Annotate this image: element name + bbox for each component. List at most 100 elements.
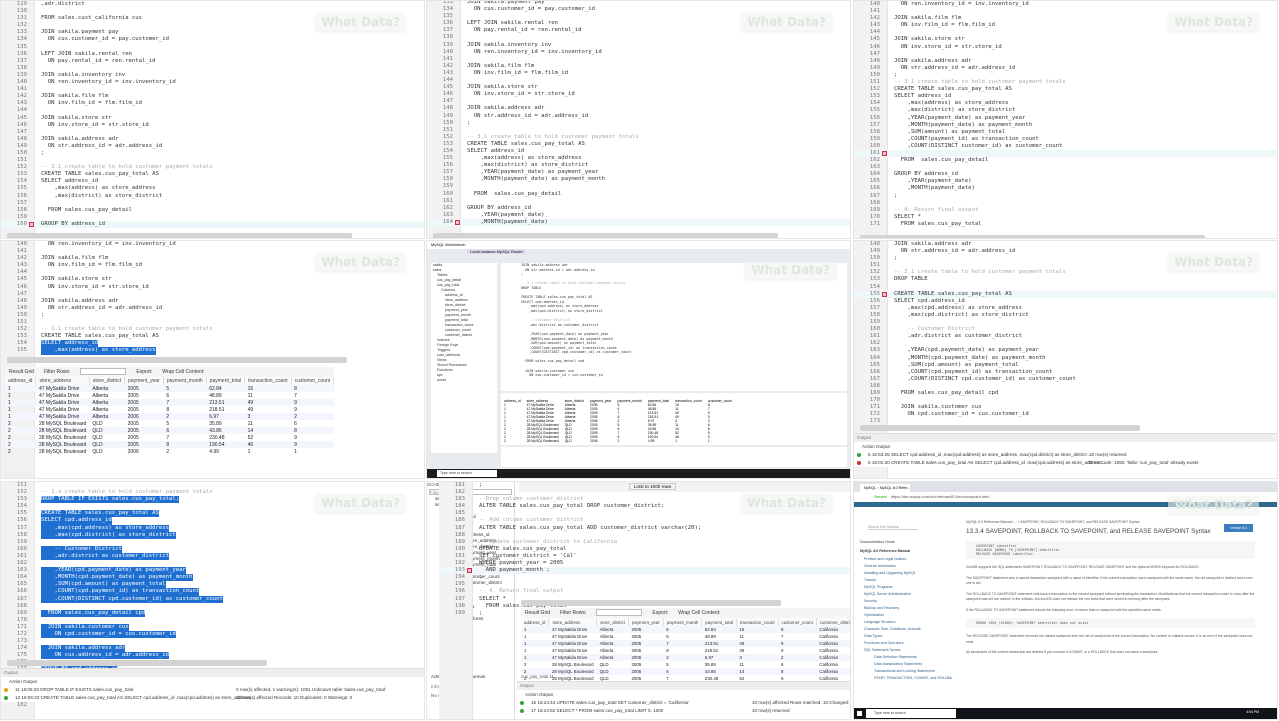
column-header[interactable]: payment_total [701, 618, 737, 626]
horizontal-scrollbar[interactable] [521, 600, 781, 606]
nav-link[interactable]: Security [860, 599, 946, 606]
action-output-dropdown[interactable]: Action Output [1, 677, 424, 686]
sql-editor[interactable]: 129 ,adr.district 130 131 FROM sales.cust_ca… [1, 1, 424, 228]
output-row[interactable]: 11 16:06:33 DROP TABLE IF EXISTS sales.c… [1, 686, 424, 694]
horizontal-scrollbar[interactable] [860, 235, 1205, 238]
column-header[interactable]: store_district [596, 618, 629, 626]
table-row[interactable]: 1 47 MySakila Drive Alberta 2005 8 218.51 49 9 C… [521, 647, 850, 654]
export-button[interactable]: Export: [652, 610, 668, 616]
nav-link[interactable]: General Information [860, 564, 946, 571]
filter-rows-input[interactable] [596, 609, 643, 617]
nav-link[interactable]: Character Sets, Collations, Unicode [860, 627, 946, 634]
table-row[interactable]: 1 47 MySakila Drive Alberta 2005 5 62.84 16 8 [5, 385, 334, 392]
result-grid-mini[interactable]: address_id store_address store_district pay… [501, 393, 847, 445]
filter-rows-input[interactable] [80, 368, 127, 376]
table-row[interactable]: 1 47 MySakila Drive Alberta 2005 8 218.51 49 9 [5, 406, 334, 413]
start-button[interactable] [857, 711, 862, 716]
table-row[interactable]: 1 47 MySakila Drive Alberta 2005 7 213.51 49 9 C… [521, 640, 850, 647]
sql-editor[interactable]: 140 ON ren.inventory_id = inv.inventory_… [854, 1, 1277, 228]
nav-link[interactable]: Data Types [860, 634, 946, 641]
column-header[interactable]: customer_count [778, 618, 817, 626]
browser-tab[interactable]: MySQL :: MySQL 8.0 Refer... [860, 484, 910, 492]
action-output-dropdown[interactable]: Action Output [854, 442, 1277, 451]
column-header[interactable]: transaction_count [244, 377, 292, 385]
table-row[interactable]: 2 28 MySQL Boulevard QLD 2005 8 190.54 46 9 [5, 441, 334, 448]
output-row[interactable]: 16 16:24:44 UPDATE sales.cus_pay_total S… [517, 699, 850, 707]
version-select[interactable]: version 8.0 [1224, 524, 1253, 532]
table-row[interactable]: 1 47 MySakila Drive Alberta 2005 7 213.51 49 9 [5, 399, 334, 406]
line-number: 150 [869, 255, 880, 262]
search-manual-input[interactable]: Search this Manual [868, 525, 918, 530]
output-row[interactable]: 5 15:53:25 SELECT cpd.address_id ,max(cp… [854, 451, 1277, 459]
sql-editor-mini[interactable]: JOIN sakila.address adr ON str.address_i… [501, 263, 847, 391]
horizontal-scrollbar[interactable] [7, 357, 347, 363]
table-row[interactable]: 1 47 MySakila Drive Alberta 2005 6 48.89 11 7 Ca… [521, 633, 850, 640]
table-row[interactable]: 2 28 MySQL Boulevard QLD 2005 5 35.89 11 6 [5, 420, 334, 427]
column-header[interactable]: payment_year [628, 618, 664, 626]
connection-tab[interactable]: Local instance MySQL Router [467, 249, 526, 254]
table-row[interactable]: 2 28 MySQL Boulevard QLD 2006 2 4.99 1 1 [5, 448, 334, 455]
table-row[interactable]: 1 47 MySakila Drive Alberta 2006 2 6.97 3 2 [5, 413, 334, 420]
taskbar-search[interactable]: Type here to search [437, 470, 497, 477]
wrap-cell-content-toggle[interactable]: Wrap Cell Content: [678, 610, 720, 616]
result-tab[interactable]: cus_pay_total 11 [521, 674, 554, 679]
column-header[interactable]: customer_count [291, 377, 335, 385]
column-header[interactable]: address_id [521, 618, 550, 626]
wrap-cell-content-toggle[interactable]: Wrap Cell Content: [162, 369, 204, 375]
column-header[interactable]: store_address [35, 377, 90, 385]
horizontal-scrollbar[interactable] [433, 233, 778, 238]
nav-link[interactable]: Functions and Operators [860, 641, 946, 648]
horizontal-scrollbar[interactable] [860, 425, 1140, 431]
manual-title[interactable]: MySQL 8.0 Reference Manual [860, 549, 946, 553]
nav-link[interactable]: Tutorial [860, 578, 946, 585]
column-header[interactable]: payment_year [124, 377, 164, 385]
table-row[interactable]: 1 47 MySakila Drive Alberta 2006 2 6.97 3 2 Cali… [521, 654, 850, 661]
column-header[interactable]: payment_total [206, 377, 246, 385]
action-output-dropdown[interactable]: Action Output [517, 690, 850, 699]
table-row[interactable]: 1 47 MySakila Drive Alberta 2005 5 62.84 16 8 Ca… [521, 626, 850, 633]
column-header[interactable]: transaction_count [736, 618, 779, 626]
table-row[interactable]: 2 28 MySQL Boulevard QLD 2005 6 43.86 14 8 [5, 427, 334, 434]
nav-link[interactable]: MySQL Server Administration [860, 592, 946, 599]
nav-link[interactable]: Preface and Legal Notices [860, 557, 946, 564]
result-grid-label[interactable]: Result Grid [9, 369, 34, 375]
table-row[interactable]: 2 28 MySQL Boulevard QLD 2005 5 35.89 11 6 Calif… [521, 661, 850, 668]
nav-link[interactable]: Data Manipulation Statements [860, 662, 946, 669]
result-grid[interactable]: Result Grid Filter Rows: Export: Wrap Cell … [5, 367, 335, 455]
table-row[interactable]: 2 28 MySQL Boulevard QLD 2005 7 230.48 52 9 [5, 434, 334, 441]
horizontal-scrollbar[interactable] [7, 233, 352, 238]
nav-link[interactable]: Optimization [860, 613, 946, 620]
result-grid[interactable]: Result Grid Filter Rows: Export: Wrap Cell … [521, 608, 850, 689]
column-header[interactable]: customer_district [816, 618, 850, 626]
column-header[interactable]: payment_month [163, 377, 207, 385]
nav-link[interactable]: Language Structure [860, 620, 946, 627]
code-text: ,adr.district [41, 1, 85, 7]
nav-link[interactable]: Installing and Upgrading MySQL [860, 571, 946, 578]
column-header[interactable]: store_address [548, 618, 598, 626]
output-row[interactable]: 6 16:01:30 CREATE TABLE sales.cus_pay_to… [854, 459, 1277, 467]
nav-link[interactable]: START TRANSACTION, COMMIT, and ROLLBACK … [860, 676, 952, 683]
horizontal-scrollbar[interactable] [7, 660, 267, 666]
export-button[interactable]: Export: [136, 369, 152, 375]
nav-link[interactable]: Transactional and Locking Statements [860, 669, 946, 676]
column-header[interactable]: store_district [89, 377, 126, 385]
result-tab[interactable] [3, 473, 33, 478]
nav-link[interactable]: SQL Statement Syntax [860, 648, 946, 655]
nav-link[interactable]: Backup and Recovery [860, 606, 946, 613]
column-header[interactable]: address_id [5, 377, 37, 385]
table-row[interactable]: 1 47 MySakila Drive Alberta 2005 6 48.89 11 7 [5, 392, 334, 399]
nav-link[interactable]: MySQL Programs [860, 585, 946, 592]
table-row[interactable]: 2 28 MySQL Boulevard QLD 2005 6 43.86 14 8 Calif… [521, 668, 850, 675]
schema-navigator[interactable]: sakila sales Tables cus_pay_detail cus_pay_t… [431, 263, 497, 453]
nav-link[interactable]: Data Definition Statements [860, 655, 946, 662]
taskbar-search[interactable]: Type here to search [866, 709, 956, 718]
sql-editor[interactable]: 133 JOIN sakila.payment pay 134 ON cus.cus… [427, 1, 850, 226]
schema-item[interactable]: world [431, 378, 497, 383]
url-text[interactable]: https://dev.mysql.com/doc/refman/8.0/en/… [891, 494, 990, 499]
documentation-home-link[interactable]: Documentation Home [860, 540, 946, 544]
column-header[interactable]: payment_month [663, 618, 703, 626]
result-grid-label[interactable]: Result Grid [525, 610, 550, 616]
table-row[interactable]: 2 28 MySQL Boulevard QLD 2006 2 4.99 1 1 [501, 439, 735, 443]
output-row[interactable]: 12 16:06:33 CREATE TABLE sales.cus_pay_t… [1, 694, 424, 702]
output-row[interactable]: 17 16:24:52 SELECT * FROM sales.cus_pay_… [517, 707, 850, 715]
